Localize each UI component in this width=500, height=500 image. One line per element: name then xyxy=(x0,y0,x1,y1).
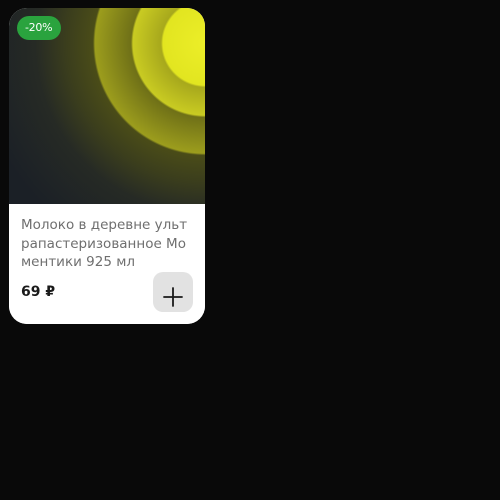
product-price: 69 ₽ xyxy=(21,284,56,300)
product-card[interactable]: -20% Молоко в деревне ультрапастеризован… xyxy=(9,8,205,324)
discount-badge: -20% xyxy=(17,16,62,40)
product-info: Молоко в деревне ультрапастеризованное М… xyxy=(9,204,205,324)
product-name[interactable]: Молоко в деревне ультрапастеризованное М… xyxy=(21,216,191,272)
product-image[interactable]: -20% xyxy=(9,8,205,204)
plus-icon xyxy=(163,287,183,307)
add-to-cart-button[interactable] xyxy=(153,272,193,312)
